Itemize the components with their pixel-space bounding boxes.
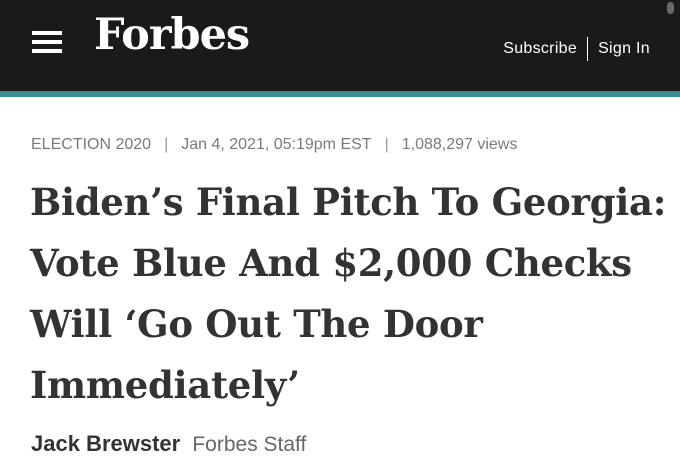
- meta-separator: |: [164, 136, 169, 153]
- scrollbar-thumb[interactable]: [667, 2, 674, 14]
- category-link[interactable]: ELECTION 2020: [31, 136, 151, 154]
- site-header: Forbes Subscribe Sign In: [0, 0, 680, 91]
- sign-in-link[interactable]: Sign In: [598, 40, 650, 58]
- article-headline: Biden’s Final Pitch To Georgia: Vote Blu…: [30, 180, 667, 407]
- byline: Jack Brewster Forbes Staff: [31, 431, 306, 457]
- forbes-logo[interactable]: Forbes: [94, 14, 250, 57]
- author-role: Forbes Staff: [192, 433, 307, 456]
- header-nav: Subscribe Sign In: [503, 37, 650, 61]
- nav-divider: [587, 37, 589, 61]
- meta-separator: |: [384, 136, 389, 153]
- author-name[interactable]: Jack Brewster: [31, 431, 180, 456]
- header-accent-bar: [0, 91, 680, 97]
- hamburger-menu-icon[interactable]: [32, 31, 62, 53]
- article-meta: ELECTION 2020 | Jan 4, 2021, 05:19pm EST…: [31, 136, 517, 154]
- publish-date: Jan 4, 2021, 05:19pm EST: [181, 136, 372, 153]
- view-count: 1,088,297 views: [401, 136, 518, 153]
- subscribe-link[interactable]: Subscribe: [503, 40, 577, 58]
